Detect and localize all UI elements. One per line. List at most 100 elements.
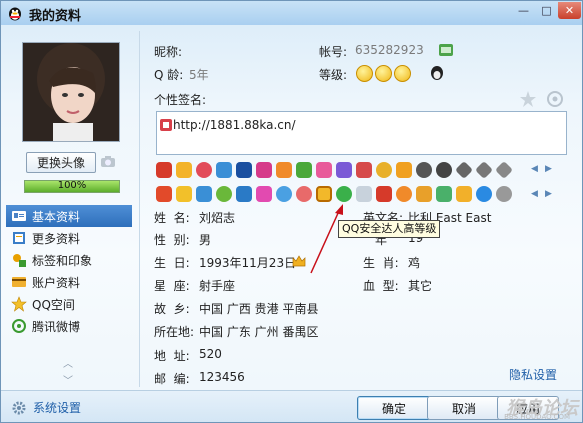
badge-icon[interactable] [494,160,514,180]
sidebar-item-label: 标签和印象 [32,253,93,268]
cancel-button[interactable]: 取消 [427,396,501,420]
signature-stamp-icon [160,119,172,131]
sidebar-item-weibo[interactable]: 腾讯微博 [6,315,132,337]
title-bar[interactable]: 我的资料 — □ ✕ [1,1,582,25]
address-value: 520 [199,347,222,361]
crown-icon[interactable] [292,255,306,267]
gear-icon [12,401,26,414]
badge-icon[interactable] [236,186,252,202]
share-icon[interactable] [546,90,564,108]
profile-window: 我的资料 — □ ✕ 更换头像 100% 基本资料 更多资料 标签和印象 账户资… [0,0,583,423]
location-value: 中国 广东 广州 番禺区 [199,325,319,339]
badge-icon[interactable] [396,162,412,178]
badge-icon[interactable] [376,186,392,202]
badge-icon[interactable] [356,162,372,178]
badge-icon[interactable] [316,162,332,178]
star-icon[interactable] [519,90,537,108]
level-label: 等级: [319,68,348,82]
account-value: 635282923 [355,43,424,57]
system-settings-label: 系统设置 [33,401,82,415]
badge-icon[interactable] [456,186,472,202]
badge-icon[interactable] [296,162,312,178]
ok-button[interactable]: 确定 [357,396,431,420]
avatar[interactable] [22,42,120,142]
avatar-photo [23,43,119,141]
annotation-arrow [310,204,343,274]
badge-icon[interactable] [436,162,452,178]
sidebar-item-tags[interactable]: 标签和印象 [6,249,132,271]
name-value: 刘炤志 [199,211,236,225]
badge-icon[interactable] [376,162,392,178]
system-settings-link[interactable]: 系统设置 [11,399,81,416]
blood-type-value: 其它 [408,279,433,293]
camera-icon[interactable] [100,153,116,169]
sidebar-item-basic-info[interactable]: 基本资料 [6,205,132,227]
badge-icon[interactable] [156,186,172,202]
badge-row-1 [156,160,514,180]
sidebar-item-qzone[interactable]: QQ空间 [6,293,132,315]
signature-field[interactable]: http://1881.88ka.cn/ [156,111,567,155]
security-expert-badge-icon[interactable] [316,186,332,202]
badge-icon[interactable] [196,186,212,202]
footer-bar: 系统设置 确定 取消 应用 猴岛论坛 BBS.HOUDAO.COM [1,391,582,422]
badge-icon[interactable] [276,162,292,178]
birthday-value: 1993年11月23日 [199,256,297,270]
badge-icon[interactable] [296,186,312,202]
qq-penguin-icon [9,7,21,21]
hometown-value: 中国 广西 贵港 平南县 [199,302,319,316]
badge-row-1-prev[interactable]: ◀ [531,164,538,174]
profile-completion-bar: 100% [24,180,120,193]
column-divider [139,31,140,387]
change-avatar-button[interactable]: 更换头像 [26,152,96,173]
badge-icon[interactable] [276,186,292,202]
badge-icon[interactable] [436,186,452,202]
badge-row-2-prev[interactable]: ◀ [531,189,538,199]
maximize-button[interactable]: □ [535,2,558,19]
tag-icon [13,254,26,267]
signature-text: http://1881.88ka.cn/ [173,118,296,132]
level-sun-icon [394,65,411,82]
badge-icon[interactable] [176,162,192,178]
qq-age-value: 5年 [189,68,209,82]
notebook-icon [13,232,25,244]
sidebar-scroll-up[interactable]: ︿ [63,355,73,370]
card-icon[interactable] [439,44,453,56]
badge-icon[interactable] [256,162,272,178]
badge-icon[interactable] [156,162,172,178]
badge-icon[interactable] [416,186,432,202]
badge-row-2-next[interactable]: ▶ [545,189,552,199]
badge-icon[interactable] [176,186,192,202]
badge-icon[interactable] [474,160,494,180]
sidebar-item-more-info[interactable]: 更多资料 [6,227,132,249]
badge-tooltip: QQ安全达人高等级 [338,220,441,238]
sidebar-item-label: 账户资料 [32,275,81,290]
badge-icon[interactable] [416,162,432,178]
badge-icon[interactable] [454,160,474,180]
constellation-value: 射手座 [199,279,236,293]
star-space-icon [11,296,27,312]
sidebar-nav: 基本资料 更多资料 标签和印象 账户资料 QQ空间 腾讯微博 [6,205,132,337]
badge-icon[interactable] [496,186,512,202]
badge-icon[interactable] [256,186,272,202]
badge-icon[interactable] [476,186,492,202]
sidebar-scroll-down[interactable]: ﹀ [63,372,73,387]
postcode-value: 123456 [199,370,245,384]
badge-icon[interactable] [396,186,412,202]
id-card-icon [12,211,26,221]
sidebar-item-label: 更多资料 [32,231,81,246]
minimize-button[interactable]: — [512,2,535,19]
badge-icon[interactable] [236,162,252,178]
close-button[interactable]: ✕ [558,2,581,19]
sidebar-item-label: 基本资料 [32,209,81,224]
level-sun-icon [375,65,392,82]
badge-icon[interactable] [216,186,232,202]
sidebar-item-account[interactable]: 账户资料 [6,271,132,293]
badge-icon[interactable] [196,162,212,178]
badge-row-1-next[interactable]: ▶ [545,164,552,174]
badge-icon[interactable] [336,186,352,202]
penguin-badge-icon[interactable] [429,64,445,81]
privacy-settings-link[interactable]: 隐私设置 [509,366,557,383]
badge-icon[interactable] [356,186,372,202]
badge-icon[interactable] [336,162,352,178]
badge-icon[interactable] [216,162,232,178]
